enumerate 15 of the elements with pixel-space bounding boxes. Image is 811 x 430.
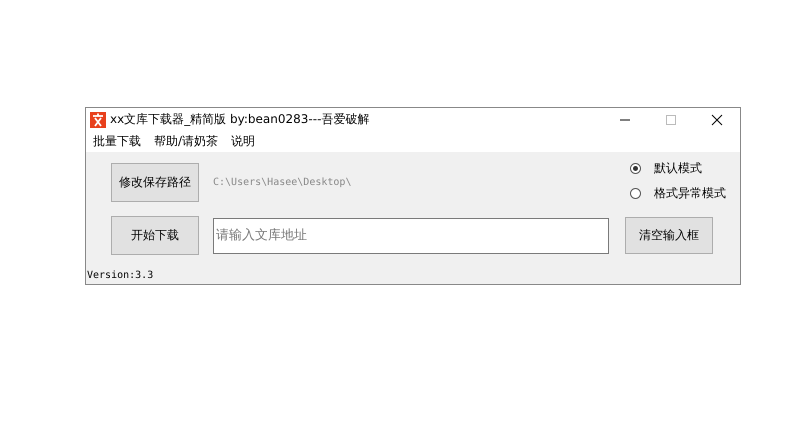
url-input-field[interactable]: 请输入文库地址 [213, 218, 609, 254]
radio-label[interactable]: 格式异常模式 [654, 184, 726, 202]
start-download-button[interactable]: 开始下载 [111, 216, 199, 255]
radio-button[interactable] [630, 188, 641, 198]
menu-item[interactable]: 说明 [231, 133, 256, 150]
radio-label[interactable]: 默认模式 [654, 160, 702, 176]
menu-item[interactable]: 帮助/请奶茶 [154, 133, 218, 150]
clear-input-button[interactable]: 清空输入框 [625, 217, 713, 254]
save-path-text: C:\Users\Hasee\Desktop\ [213, 177, 352, 188]
radio-button[interactable] [630, 162, 641, 174]
app-logo-icon [90, 112, 106, 128]
version-label: Version:3.3 [87, 270, 154, 281]
window-title: xx文库下载器_精简版 by:bean0283---吾爱破解 [110, 111, 370, 128]
change-path-button[interactable]: 修改保存路径 [111, 163, 199, 202]
menu-item[interactable]: 批量下载 [93, 133, 141, 150]
